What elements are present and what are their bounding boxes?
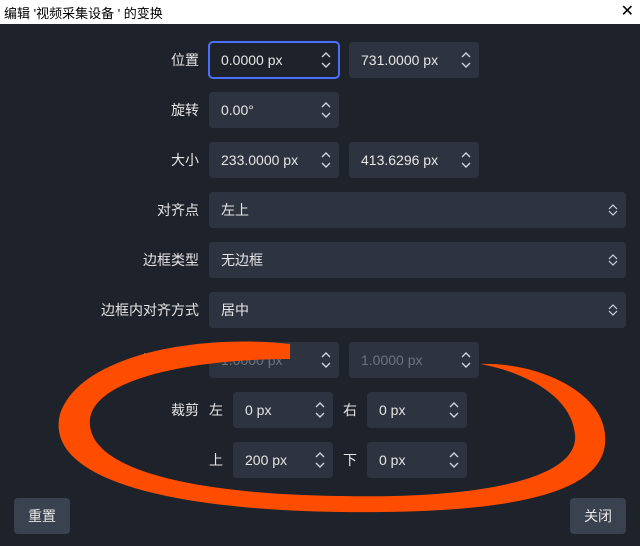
row-size: 大小 233.0000 px 413.6296 px bbox=[14, 142, 626, 178]
chevron-up-icon bbox=[461, 51, 471, 59]
titlebar: 编辑 '视频采集设备 ' 的变换 ✕ bbox=[0, 0, 640, 24]
stepper-box-h bbox=[457, 349, 475, 371]
stepper-crop-top[interactable] bbox=[311, 449, 329, 471]
input-crop-top[interactable]: 200 px bbox=[233, 442, 333, 478]
row-crop-tb: 上 200 px 下 0 px bbox=[14, 442, 626, 478]
stepper-size-w[interactable] bbox=[317, 149, 335, 171]
chevron-up-icon bbox=[321, 101, 331, 109]
dialog-body: 位置 0.0000 px 731.0000 px bbox=[0, 24, 640, 488]
row-box-type: 边框类型 无边框 bbox=[14, 242, 626, 278]
chevron-down-icon bbox=[449, 411, 459, 419]
chevron-down-icon bbox=[321, 111, 331, 119]
input-pos-y[interactable]: 731.0000 px bbox=[349, 42, 479, 78]
row-rotation: 旋转 0.00° bbox=[14, 92, 626, 128]
label-anchor: 对齐点 bbox=[14, 200, 199, 220]
chevron-up-icon bbox=[321, 51, 331, 59]
chevron-down-icon bbox=[461, 161, 471, 169]
chevron-down-icon bbox=[461, 361, 471, 369]
label-crop: 裁剪 bbox=[14, 400, 199, 420]
input-size-w[interactable]: 233.0000 px bbox=[209, 142, 339, 178]
row-box-size: 边框大小 1.0000 px 1.0000 px bbox=[14, 342, 626, 378]
label-box-align: 边框内对齐方式 bbox=[14, 300, 199, 320]
chevron-down-icon bbox=[449, 461, 459, 469]
chevron-up-icon bbox=[461, 351, 471, 359]
stepper-pos-y[interactable] bbox=[457, 49, 475, 71]
chevron-down-icon bbox=[321, 61, 331, 69]
select-box-type[interactable]: 无边框 bbox=[209, 242, 626, 278]
chevron-up-icon bbox=[449, 401, 459, 409]
close-button[interactable]: 关闭 bbox=[570, 498, 626, 534]
select-box-align[interactable]: 居中 bbox=[209, 292, 626, 328]
stepper-crop-right[interactable] bbox=[445, 399, 463, 421]
stepper-box-w bbox=[317, 349, 335, 371]
close-icon[interactable]: ✕ bbox=[621, 4, 634, 20]
row-position: 位置 0.0000 px 731.0000 px bbox=[14, 42, 626, 78]
input-crop-bottom[interactable]: 0 px bbox=[367, 442, 467, 478]
window-title: 编辑 '视频采集设备 ' 的变换 bbox=[4, 3, 163, 22]
select-anchor[interactable]: 左上 bbox=[209, 192, 626, 228]
label-crop-top: 上 bbox=[209, 450, 223, 470]
form: 位置 0.0000 px 731.0000 px bbox=[14, 42, 626, 478]
chevron-up-icon bbox=[321, 151, 331, 159]
row-crop-lr: 裁剪 左 0 px 右 0 px bbox=[14, 392, 626, 428]
select-chevrons-icon bbox=[608, 204, 618, 216]
chevron-up-icon bbox=[461, 151, 471, 159]
select-chevrons-icon bbox=[608, 304, 618, 316]
chevron-down-icon bbox=[321, 361, 331, 369]
chevron-up-icon bbox=[315, 451, 325, 459]
label-crop-left: 左 bbox=[209, 400, 223, 420]
input-size-h[interactable]: 413.6296 px bbox=[349, 142, 479, 178]
chevron-down-icon bbox=[315, 411, 325, 419]
stepper-pos-x[interactable] bbox=[317, 49, 335, 71]
input-crop-left[interactable]: 0 px bbox=[233, 392, 333, 428]
label-crop-right: 右 bbox=[343, 400, 357, 420]
label-size: 大小 bbox=[14, 150, 199, 170]
select-chevrons-icon bbox=[608, 254, 618, 266]
label-box-type: 边框类型 bbox=[14, 250, 199, 270]
stepper-rotation[interactable] bbox=[317, 99, 335, 121]
input-rotation[interactable]: 0.00° bbox=[209, 92, 339, 128]
reset-button[interactable]: 重置 bbox=[14, 498, 70, 534]
chevron-down-icon bbox=[461, 61, 471, 69]
chevron-down-icon bbox=[321, 161, 331, 169]
row-box-align: 边框内对齐方式 居中 bbox=[14, 292, 626, 328]
chevron-down-icon bbox=[315, 461, 325, 469]
stepper-size-h[interactable] bbox=[457, 149, 475, 171]
label-crop-bottom: 下 bbox=[343, 450, 357, 470]
label-rotation: 旋转 bbox=[14, 100, 199, 120]
input-box-h: 1.0000 px bbox=[349, 342, 479, 378]
chevron-up-icon bbox=[315, 401, 325, 409]
input-pos-x[interactable]: 0.0000 px bbox=[209, 42, 339, 78]
transform-dialog: 编辑 '视频采集设备 ' 的变换 ✕ 位置 0.0000 px 731.0000… bbox=[0, 0, 640, 546]
input-crop-right[interactable]: 0 px bbox=[367, 392, 467, 428]
stepper-crop-left[interactable] bbox=[311, 399, 329, 421]
input-box-w: 1.0000 px bbox=[209, 342, 339, 378]
bottom-bar: 重置 关闭 bbox=[0, 488, 640, 546]
label-box-size: 边框大小 bbox=[14, 350, 199, 370]
label-position: 位置 bbox=[14, 50, 199, 70]
chevron-up-icon bbox=[321, 351, 331, 359]
row-anchor: 对齐点 左上 bbox=[14, 192, 626, 228]
chevron-up-icon bbox=[449, 451, 459, 459]
stepper-crop-bottom[interactable] bbox=[445, 449, 463, 471]
